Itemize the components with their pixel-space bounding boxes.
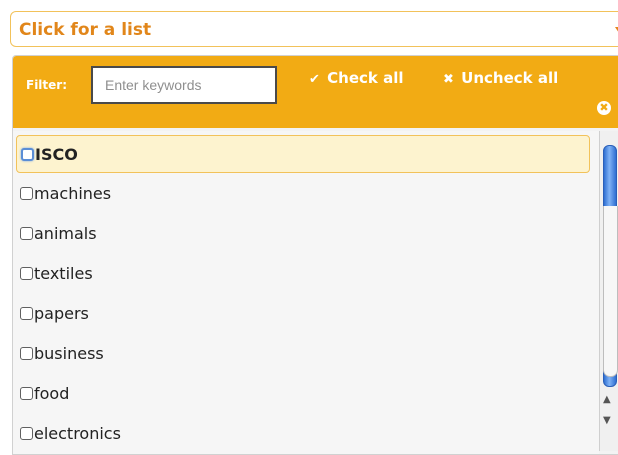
list-item[interactable]: papers <box>16 295 590 333</box>
list-item-label: ISCO <box>35 145 78 164</box>
list-item-label: animals <box>34 224 97 243</box>
checkbox[interactable] <box>20 427 33 440</box>
scrollbar-track[interactable] <box>603 206 618 377</box>
checkbox[interactable] <box>20 187 33 200</box>
option-list: ISCO machines animals textiles papers busines… <box>13 131 599 454</box>
close-icon[interactable]: ✖ <box>597 101 611 115</box>
uncheck-all-label: Uncheck all <box>461 69 559 87</box>
uncheck-all-button[interactable]: ✖ Uncheck all <box>443 69 558 87</box>
list-item[interactable]: animals <box>16 215 590 253</box>
list-item[interactable]: machines <box>16 175 590 213</box>
list-item-label: machines <box>34 184 112 203</box>
vertical-scrollbar[interactable]: ▲ ▼ <box>599 131 618 451</box>
list-item[interactable]: business <box>16 335 590 373</box>
check-all-label: Check all <box>327 69 404 87</box>
dropdown-toggle-label: Click for a list <box>19 20 152 40</box>
check-all-button[interactable]: ✔ Check all <box>309 69 404 87</box>
list-item-label: food <box>34 384 70 403</box>
scroll-up-icon[interactable]: ▲ <box>603 394 611 405</box>
list-item-label: business <box>34 344 104 363</box>
checkbox[interactable] <box>20 387 33 400</box>
list-item[interactable]: electronics <box>16 415 590 453</box>
filter-input[interactable] <box>91 66 277 104</box>
list-item[interactable]: ISCO <box>16 135 590 173</box>
list-item[interactable]: food <box>16 375 590 413</box>
checkbox[interactable] <box>20 227 33 240</box>
scroll-down-icon[interactable]: ▼ <box>603 415 611 426</box>
list-item-label: textiles <box>34 264 93 283</box>
list-item-label: electronics <box>34 424 121 443</box>
check-icon: ✔ <box>309 72 320 87</box>
list-item[interactable]: textiles <box>16 255 590 293</box>
checkbox[interactable] <box>20 347 33 360</box>
checkbox[interactable] <box>20 307 33 320</box>
multiselect-panel: Filter: ✔ Check all ✖ Uncheck all ✖ ISCO… <box>12 55 618 455</box>
cross-icon: ✖ <box>443 72 454 87</box>
filter-label: Filter: <box>26 78 68 92</box>
list-item-label: papers <box>34 304 89 323</box>
dropdown-toggle-button[interactable]: Click for a list <box>10 11 618 47</box>
panel-header: Filter: ✔ Check all ✖ Uncheck all ✖ <box>13 56 618 128</box>
checkbox[interactable] <box>21 148 34 161</box>
checkbox[interactable] <box>20 267 33 280</box>
